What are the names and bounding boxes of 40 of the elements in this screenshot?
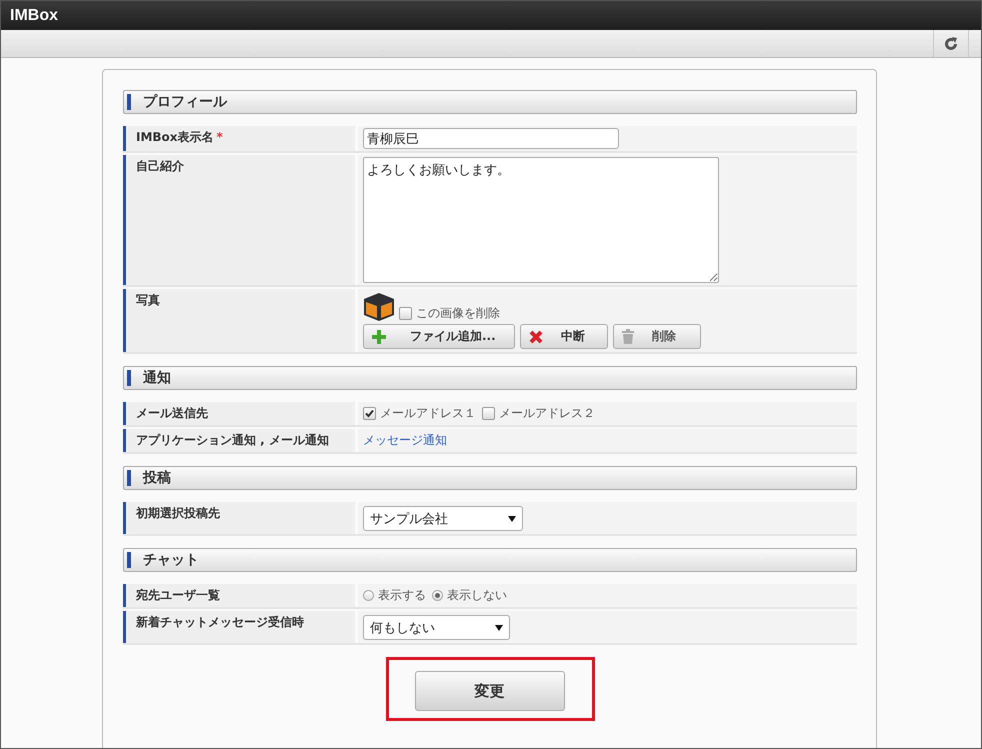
section-title: チャット (143, 551, 199, 569)
delete-image-label: この画像を削除 (416, 305, 500, 322)
change-button[interactable]: 変更 (414, 671, 564, 711)
trash-icon (622, 329, 634, 344)
add-button[interactable]: ファイル追加... (363, 324, 515, 349)
refresh-icon (944, 36, 958, 50)
field-label: 写真 (123, 289, 355, 352)
radio-button[interactable] (432, 590, 443, 601)
dropdown[interactable]: 何もしない (363, 615, 510, 640)
section-title: 通知 (143, 369, 171, 387)
field-label: IMBox表示名 * (123, 126, 355, 151)
checkbox[interactable] (363, 407, 376, 420)
cross-icon (529, 330, 543, 344)
field-label: 自己紹介 (123, 155, 355, 285)
cancel-button[interactable]: 中断 (520, 324, 608, 349)
email-option-label: メールアドレス２ (499, 405, 595, 422)
caret-icon (508, 516, 516, 522)
message-notification-link[interactable]: メッセージ通知 (363, 432, 447, 449)
field-label: 初期選択投稿先 (123, 502, 355, 534)
caret-icon (495, 624, 503, 630)
refresh-button[interactable] (933, 30, 969, 57)
window-title: IMBox (10, 6, 58, 24)
cube-icon (363, 292, 395, 322)
section-title: プロフィール (143, 93, 227, 111)
introduction-field[interactable]: よろしくお願いします。 (363, 157, 719, 283)
field-label: メール送信先 (123, 402, 355, 425)
display-name-field[interactable]: 青柳辰巳 (363, 128, 619, 149)
email-option-label: メールアドレス１ (380, 405, 476, 422)
radio-button[interactable] (363, 590, 374, 601)
field-label: 新着チャットメッセージ受信時 (123, 611, 355, 643)
field-label: アプリケーション通知 , メール通知 (123, 429, 355, 452)
required-mark: * (216, 130, 223, 144)
field-label: 宛先ユーザ一覧 (123, 584, 355, 607)
radio-label: 表示しない (447, 587, 507, 604)
section-title: 投稿 (143, 469, 171, 487)
checkbox[interactable] (482, 407, 495, 420)
plus-icon (372, 330, 386, 344)
checkbox[interactable] (399, 307, 412, 320)
radio-label: 表示する (378, 587, 426, 604)
dropdown[interactable]: サンプル会社 (363, 506, 523, 531)
